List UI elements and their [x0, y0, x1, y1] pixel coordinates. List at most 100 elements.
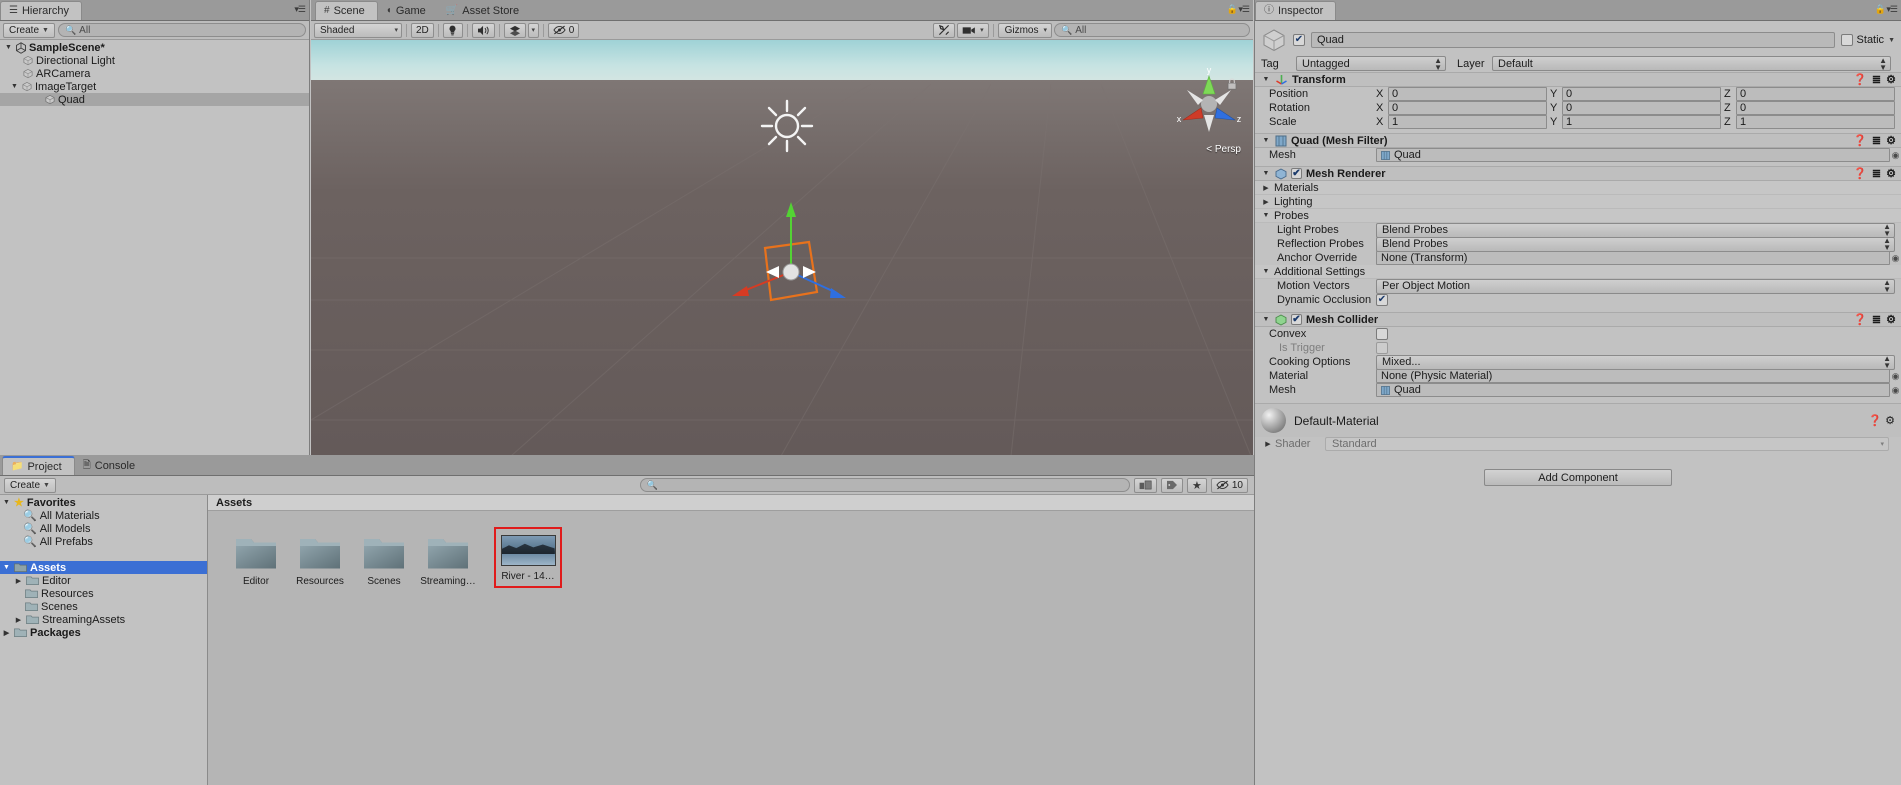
project-tree-item-editor[interactable]: ▶ Editor	[0, 574, 207, 587]
scene-fx-caret[interactable]: ▾	[527, 22, 539, 38]
anchor-override-objectfield[interactable]: None (Transform)	[1376, 251, 1890, 265]
quad-transform-gizmo[interactable]	[711, 180, 871, 330]
scale-z-input[interactable]: 1	[1736, 115, 1895, 129]
project-tree-item-assets[interactable]: ▼ Assets	[0, 561, 207, 574]
preset-icon[interactable]: ≣	[1872, 313, 1881, 326]
static-checkbox[interactable]	[1840, 34, 1853, 46]
lock-icon[interactable]: 🔒	[1875, 4, 1886, 14]
mesh-collider-enabled-checkbox[interactable]	[1291, 314, 1302, 325]
add-component-button[interactable]: Add Component	[1484, 469, 1672, 486]
project-search-input[interactable]: 🔍	[639, 478, 1130, 492]
chevron-down-icon[interactable]: ▼	[1888, 37, 1895, 44]
breadcrumb[interactable]: Assets	[208, 495, 1254, 511]
tab-project[interactable]: 📁 Project	[2, 456, 75, 475]
gear-icon[interactable]: ⚙	[1886, 73, 1896, 86]
scene-lighting-toggle[interactable]	[442, 22, 463, 38]
help-icon[interactable]: ❓	[1853, 313, 1867, 326]
tab-console[interactable]: 🗎 Console	[75, 456, 147, 475]
component-header-mesh-collider[interactable]: ▼ Mesh Collider ❓ ≣ ⚙	[1255, 312, 1901, 327]
object-name-input[interactable]: Quad	[1311, 32, 1835, 48]
light-probes-dropdown[interactable]: Blend Probes ▲ ▼	[1376, 222, 1895, 238]
reflection-probes-dropdown[interactable]: Blend Probes ▲ ▼	[1376, 236, 1895, 252]
rotation-z-input[interactable]: 0	[1736, 101, 1895, 115]
collider-mesh-objectfield[interactable]: Quad	[1376, 383, 1890, 397]
scene-orientation-gizmo[interactable]: y x z	[1173, 60, 1245, 138]
project-tree-item-scenes[interactable]: Scenes	[0, 600, 207, 613]
gear-icon[interactable]: ⚙	[1886, 167, 1896, 180]
hierarchy-panel-menu-icon[interactable]: ▾☰	[294, 4, 306, 15]
component-header-mesh-filter[interactable]: ▼ Quad (Mesh Filter) ❓ ≣ ⚙	[1255, 133, 1901, 148]
additional-settings-foldout[interactable]: ▼ Additional Settings	[1255, 265, 1901, 279]
dynamic-occlusion-checkbox[interactable]	[1376, 294, 1388, 306]
project-packages-filter-button[interactable]	[1133, 477, 1157, 493]
object-picker-icon[interactable]: ◉	[1890, 385, 1901, 396]
rotation-y-input[interactable]: 0	[1562, 101, 1721, 115]
chevron-down-icon[interactable]: ▼	[1261, 268, 1271, 275]
hierarchy-item-samplescene[interactable]: ▼ SampleScene*	[0, 41, 309, 54]
help-icon[interactable]: ❓	[1853, 73, 1867, 86]
preset-icon[interactable]: ≣	[1872, 73, 1881, 86]
scene-tools-button[interactable]	[933, 22, 956, 38]
project-tree-item-packages[interactable]: ▶ Packages	[0, 626, 207, 639]
preset-icon[interactable]: ≣	[1872, 167, 1881, 180]
preset-icon[interactable]: ≣	[1872, 134, 1881, 147]
hierarchy-item-arcamera[interactable]: ARCamera	[0, 67, 309, 80]
object-picker-icon[interactable]: ◉	[1890, 253, 1901, 264]
chevron-right-icon[interactable]: ▶	[14, 577, 23, 585]
lock-icon[interactable]: 🔒	[1227, 4, 1238, 14]
tag-dropdown[interactable]: Untagged ▲ ▼	[1296, 56, 1446, 71]
component-header-transform[interactable]: ▼ Transform ❓ ≣ ⚙	[1255, 72, 1901, 87]
scene-search-input[interactable]: 🔍 All	[1054, 23, 1250, 37]
chevron-down-icon[interactable]: ▼	[1261, 170, 1271, 177]
project-tree-item-all-materials[interactable]: 🔍 All Materials	[0, 509, 207, 523]
help-icon[interactable]: ❓	[1853, 167, 1867, 180]
cooking-options-dropdown[interactable]: Mixed... ▲ ▼	[1376, 354, 1895, 370]
chevron-down-icon[interactable]: ▼	[2, 564, 11, 571]
object-picker-icon[interactable]: ◉	[1890, 371, 1901, 382]
gizmos-dropdown[interactable]: Gizmos ▾	[997, 22, 1052, 38]
project-tree-item-favorites[interactable]: ▼ ★ Favorites	[0, 496, 207, 510]
project-tree-item-streamingassets[interactable]: ▶ StreamingAssets	[0, 613, 207, 626]
tab-game[interactable]: ◖ Game	[378, 1, 438, 20]
project-tree[interactable]: ▼ ★ Favorites 🔍 All Materials 🔍 All Mode…	[0, 495, 208, 785]
scene-audio-toggle[interactable]	[471, 22, 495, 38]
component-header-mesh-renderer[interactable]: ▼ Mesh Renderer ❓ ≣ ⚙	[1255, 166, 1901, 181]
scene-camera-dropdown[interactable]: ▾	[957, 22, 989, 38]
help-icon[interactable]: ❓	[1868, 415, 1882, 427]
asset-item-streamingassets[interactable]: Streaming…	[416, 529, 480, 591]
project-create-button[interactable]: Create ▼	[4, 477, 56, 493]
mesh-renderer-materials-foldout[interactable]: ▶ Materials	[1255, 181, 1901, 195]
help-icon[interactable]: ❓	[1853, 134, 1867, 147]
convex-checkbox[interactable]	[1376, 328, 1388, 340]
inspector-panel-menu-icon[interactable]: 🔒 ▾☰	[1875, 4, 1898, 15]
scale-x-input[interactable]: 1	[1388, 115, 1547, 129]
chevron-right-icon[interactable]: ▶	[14, 616, 23, 624]
motion-vectors-dropdown[interactable]: Per Object Motion ▲ ▼	[1376, 278, 1895, 294]
project-hidden-count-button[interactable]: 10	[1210, 477, 1248, 493]
rotation-x-input[interactable]: 0	[1388, 101, 1547, 115]
toggle-2d-button[interactable]: 2D	[411, 22, 434, 38]
chevron-right-icon[interactable]: ▶	[1261, 184, 1271, 192]
tab-asset-store[interactable]: 🛒 Asset Store	[438, 1, 531, 20]
material-header[interactable]: Default-Material ❓ ⚙	[1255, 403, 1901, 437]
tab-scene[interactable]: # Scene	[315, 1, 378, 20]
chevron-down-icon[interactable]: ▼	[1261, 212, 1271, 219]
static-toggle[interactable]: Static ▼	[1840, 34, 1895, 46]
gear-icon[interactable]: ⚙	[1886, 313, 1896, 326]
project-label-filter-button[interactable]	[1160, 477, 1183, 493]
project-tree-item-resources[interactable]: Resources	[0, 587, 207, 600]
shader-dropdown[interactable]: Standard ▾	[1325, 437, 1889, 451]
gear-icon[interactable]: ⚙	[1885, 415, 1895, 427]
chevron-down-icon[interactable]: ▼	[1261, 76, 1271, 83]
mesh-filter-mesh-objectfield[interactable]: Quad	[1376, 148, 1890, 162]
chevron-right-icon[interactable]: ▶	[1263, 440, 1273, 448]
asset-grid[interactable]: Editor Resources Scenes Streaming… River…	[208, 511, 1254, 785]
hierarchy-create-button[interactable]: Create ▼	[3, 22, 55, 38]
directional-light-gizmo-icon[interactable]	[756, 95, 818, 157]
tab-inspector[interactable]: ⓘ Inspector	[1255, 1, 1337, 20]
hierarchy-item-directional-light[interactable]: Directional Light	[0, 54, 309, 67]
chevron-right-icon[interactable]: ▶	[1261, 198, 1271, 206]
scene-viewport[interactable]: y x z < Persp	[311, 40, 1253, 455]
chevron-down-icon[interactable]: ▼	[10, 83, 19, 90]
project-star-filter-button[interactable]: ★	[1186, 477, 1207, 493]
